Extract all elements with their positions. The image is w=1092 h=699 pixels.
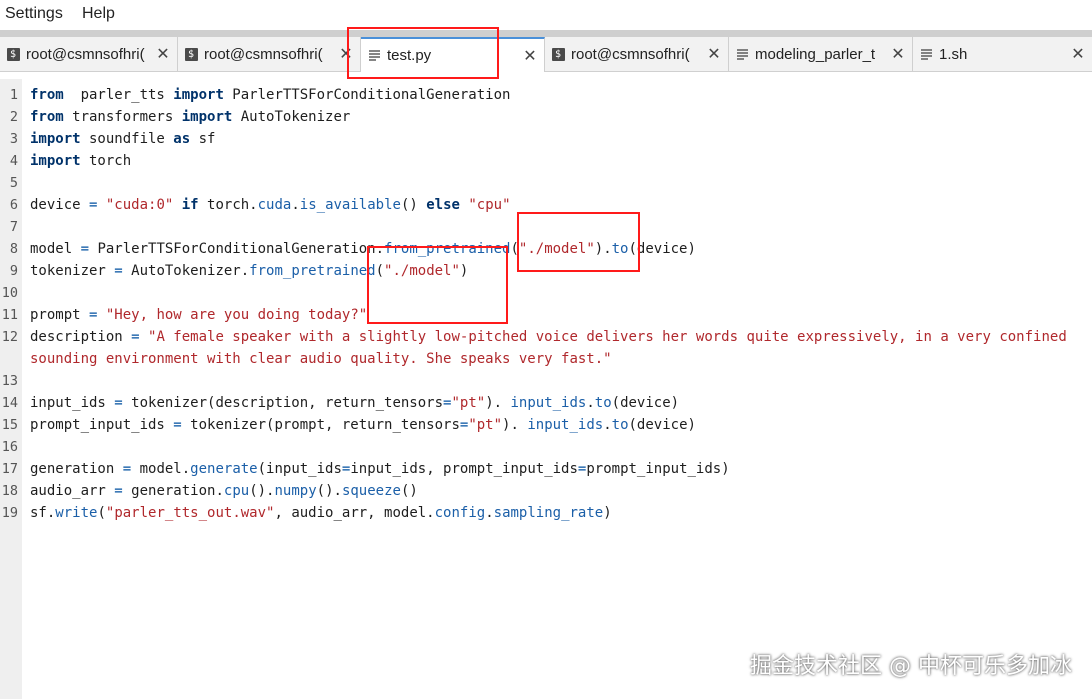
code-text: sf.write("parler_tts_out.wav", audio_arr… <box>30 505 612 521</box>
code-line[interactable]: 12 description = "A female speaker with a… <box>0 326 1092 348</box>
annotation-box-model-path <box>517 212 640 272</box>
code-text: audio_arr = generation.cpu().numpy().squ… <box>30 483 418 499</box>
code-editor[interactable]: 1 from parler_tts import ParlerTTSForCond… <box>0 79 1092 699</box>
code-line[interactable]: 18 audio_arr = generation.cpu().numpy().s… <box>0 480 1092 502</box>
line-number: 8 <box>9 241 18 257</box>
tab-label: root@csmnsofhri( <box>571 45 690 63</box>
code-line[interactable]: 3 import soundfile as sf <box>0 128 1092 150</box>
code-line[interactable]: 19 sf.write("parler_tts_out.wav", audio_a… <box>0 502 1092 524</box>
line-number: 2 <box>9 109 18 125</box>
close-icon[interactable]: ✕ <box>522 46 538 66</box>
annotation-box-tokenizer-path <box>367 246 508 324</box>
close-icon[interactable]: ✕ <box>706 44 722 64</box>
menu-help[interactable]: Help <box>82 5 115 23</box>
close-icon[interactable]: ✕ <box>1070 44 1086 64</box>
code-line[interactable]: 5 <box>0 172 1092 194</box>
line-number: 5 <box>9 175 18 191</box>
code-line[interactable]: 17 generation = model.generate(input_ids=… <box>0 458 1092 480</box>
code-text: from transformers import AutoTokenizer <box>30 109 351 125</box>
code-line[interactable]: 1 from parler_tts import ParlerTTSForCond… <box>0 84 1092 106</box>
terminal-icon: $ <box>551 47 565 61</box>
tab-terminal-2[interactable]: $ root@csmnsofhri( ✕ <box>178 37 361 71</box>
code-text: sounding environment with clear audio qu… <box>30 351 612 367</box>
line-number: 9 <box>9 263 18 279</box>
line-number: 13 <box>1 373 18 389</box>
line-number: 14 <box>1 395 18 411</box>
code-text: input_ids = tokenizer(description, retur… <box>30 395 680 411</box>
close-icon[interactable]: ✕ <box>890 44 906 64</box>
tab-bar: $ root@csmnsofhri( ✕ $ root@csmnsofhri( … <box>0 37 1092 72</box>
code-text: from parler_tts import ParlerTTSForCondi… <box>30 87 511 103</box>
code-line[interactable]: 4 import torch <box>0 150 1092 172</box>
line-number: 19 <box>1 505 18 521</box>
code-line[interactable]: sounding environment with clear audio qu… <box>0 348 1092 370</box>
line-number: 6 <box>9 197 18 213</box>
line-number: 10 <box>1 285 18 301</box>
code-line[interactable]: 14 input_ids = tokenizer(description, ret… <box>0 392 1092 414</box>
code-text: prompt = "Hey, how are you doing today?" <box>30 307 368 323</box>
document-icon <box>919 47 933 61</box>
code-line[interactable]: 16 <box>0 436 1092 458</box>
code-text: device = "cuda:0" if torch.cuda.is_avail… <box>30 197 511 213</box>
line-number: 15 <box>1 417 18 433</box>
line-number: 17 <box>1 461 18 477</box>
tab-1-sh[interactable]: 1.sh ✕ <box>913 37 1092 71</box>
line-number: 7 <box>9 219 18 235</box>
tab-label: root@csmnsofhri( <box>26 45 145 63</box>
code-line[interactable]: 15 prompt_input_ids = tokenizer(prompt, r… <box>0 414 1092 436</box>
tab-terminal-1[interactable]: $ root@csmnsofhri( ✕ <box>0 37 178 71</box>
tab-modeling-parler[interactable]: modeling_parler_t ✕ <box>729 37 913 71</box>
code-text: import soundfile as sf <box>30 131 216 147</box>
terminal-icon: $ <box>184 47 198 61</box>
tab-label: root@csmnsofhri( <box>204 45 323 63</box>
menu-settings[interactable]: Settings <box>5 5 63 23</box>
annotation-box-tab <box>347 27 499 79</box>
document-icon <box>735 47 749 61</box>
code-line[interactable]: 10 <box>0 282 1092 304</box>
code-text: prompt_input_ids = tokenizer(prompt, ret… <box>30 417 696 433</box>
tab-label: modeling_parler_t <box>755 45 876 63</box>
line-number: 11 <box>1 307 18 323</box>
menubar-divider <box>0 30 1092 37</box>
line-number: 16 <box>1 439 18 455</box>
close-icon[interactable]: ✕ <box>155 44 171 64</box>
code-line[interactable]: 11 prompt = "Hey, how are you doing today… <box>0 304 1092 326</box>
code-line[interactable]: 2 from transformers import AutoTokenizer <box>0 106 1092 128</box>
line-number: 4 <box>9 153 18 169</box>
code-text: import torch <box>30 153 132 169</box>
menu-bar: Settings Help <box>0 0 1092 30</box>
code-line[interactable]: 13 <box>0 370 1092 392</box>
line-number: 12 <box>1 329 18 345</box>
tab-terminal-3[interactable]: $ root@csmnsofhri( ✕ <box>545 37 729 71</box>
code-text: description = "A female speaker with a s… <box>30 329 1067 345</box>
terminal-icon: $ <box>6 47 20 61</box>
line-number: 3 <box>9 131 18 147</box>
code-text: generation = model.generate(input_ids=in… <box>30 461 730 477</box>
line-number: 1 <box>9 87 18 103</box>
line-number: 18 <box>1 483 18 499</box>
tab-label: 1.sh <box>939 45 968 63</box>
watermark: 掘金技术社区 @ 中杯可乐多加冰 <box>750 654 1072 679</box>
